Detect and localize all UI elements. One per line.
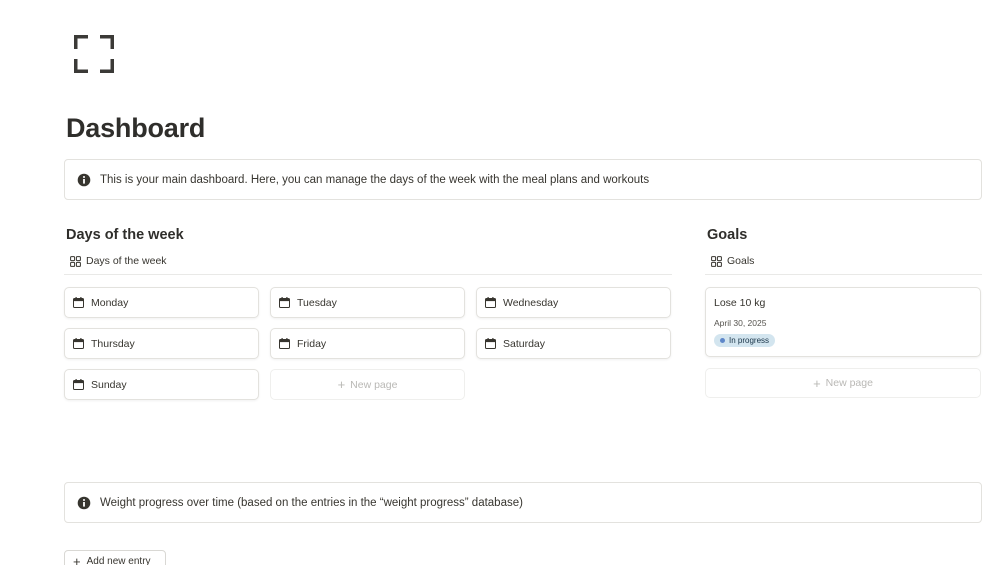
intro-callout-text: This is your main dashboard. Here, you c… xyxy=(100,173,650,186)
info-icon xyxy=(77,173,91,187)
day-card-friday[interactable]: Friday xyxy=(270,328,465,359)
day-card-tuesday[interactable]: Tuesday xyxy=(270,287,465,318)
day-card-sunday[interactable]: Sunday xyxy=(64,369,259,400)
day-card-wednesday[interactable]: Wednesday xyxy=(476,287,671,318)
goals-heading: Goals xyxy=(707,227,748,243)
weight-callout-text: Weight progress over time (based on the … xyxy=(100,496,523,509)
info-icon xyxy=(77,496,91,510)
calendar-icon xyxy=(485,338,496,349)
gallery-view-icon xyxy=(70,255,81,267)
status-label: In progress xyxy=(729,336,770,345)
plus-icon: + xyxy=(73,553,81,565)
status-dot-icon xyxy=(720,338,725,343)
goals-divider xyxy=(705,274,982,275)
calendar-icon xyxy=(73,297,84,308)
goals-view-label: Goals xyxy=(727,255,755,267)
new-page-label: New page xyxy=(825,377,873,389)
status-badge: In progress xyxy=(714,334,776,347)
intro-callout: This is your main dashboard. Here, you c… xyxy=(64,159,982,200)
calendar-icon xyxy=(279,338,290,349)
add-new-entry-button[interactable]: + Add new entry xyxy=(64,550,166,565)
day-card-saturday[interactable]: Saturday xyxy=(476,328,671,359)
goal-date: April 30, 2025 xyxy=(714,318,767,328)
goals-view-tab[interactable]: Goals xyxy=(711,255,754,267)
goal-title: Lose 10 kg xyxy=(714,297,766,309)
day-label: Sunday xyxy=(91,378,127,391)
days-divider xyxy=(64,274,672,275)
days-view-tab[interactable]: Days of the week xyxy=(70,255,167,267)
dashboard-page: Dashboard This is your main dashboard. H… xyxy=(0,0,1005,565)
add-entry-label: Add new entry xyxy=(86,555,151,565)
day-label: Thursday xyxy=(91,337,135,350)
day-label: Wednesday xyxy=(503,296,559,309)
days-heading: Days of the week xyxy=(66,227,184,243)
days-new-page-button[interactable]: + New page xyxy=(270,369,465,400)
goals-new-page-button[interactable]: + New page xyxy=(705,368,981,398)
day-label: Friday xyxy=(297,337,327,350)
day-label: Tuesday xyxy=(297,296,337,309)
weight-callout: Weight progress over time (based on the … xyxy=(64,482,982,523)
calendar-icon xyxy=(73,379,84,390)
day-card-monday[interactable]: Monday xyxy=(64,287,259,318)
day-card-thursday[interactable]: Thursday xyxy=(64,328,259,359)
days-view-label: Days of the week xyxy=(86,255,167,267)
gallery-view-icon xyxy=(711,255,722,267)
goal-card[interactable]: Lose 10 kg April 30, 2025 In progress xyxy=(705,287,981,357)
page-title[interactable]: Dashboard xyxy=(66,113,205,144)
day-label: Saturday xyxy=(503,337,546,350)
calendar-icon xyxy=(73,338,84,349)
plus-icon: + xyxy=(337,377,346,392)
calendar-icon xyxy=(279,297,290,308)
frame-corners-icon[interactable] xyxy=(72,33,116,75)
new-page-label: New page xyxy=(350,378,398,391)
plus-icon: + xyxy=(813,375,821,391)
day-label: Monday xyxy=(91,296,129,309)
calendar-icon xyxy=(485,297,496,308)
